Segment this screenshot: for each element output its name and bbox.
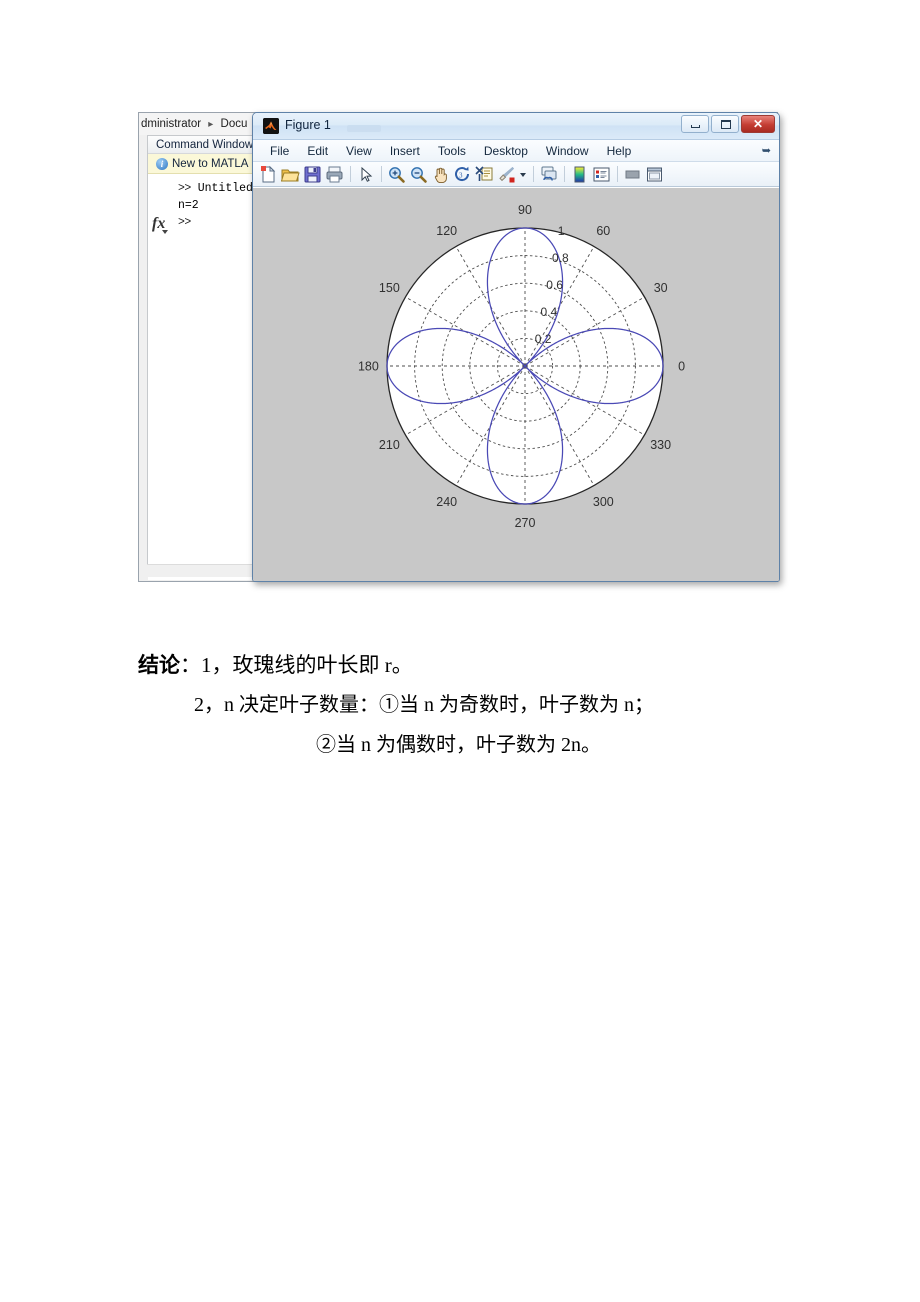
address-segment-docs: Docu [220,118,248,130]
colorbar-icon[interactable] [570,165,589,184]
matlab-logo-icon [263,118,279,134]
theta-tick-label: 120 [436,224,457,238]
menu-insert[interactable]: Insert [381,142,429,160]
theta-tick-label: 300 [593,495,614,509]
zoom-out-icon[interactable] [409,165,428,184]
link-plot-icon[interactable] [539,165,558,184]
conclusion-line-1: 结论：1，玫瑰线的叶长即 r。 [138,645,818,685]
toolbar-separator [564,166,565,182]
toolbar-separator [533,166,534,182]
svg-text:3: 3 [459,171,463,179]
figure-titlebar[interactable]: Figure 1 ✕ [253,113,779,140]
r-tick-label: 0.6 [546,278,563,292]
menu-edit[interactable]: Edit [298,142,337,160]
info-icon: i [156,157,168,170]
console-text: Untitled [197,182,253,195]
conclusion-label: 结论 [138,653,180,677]
toolbar-separator [381,166,382,182]
console-prompt: >> [178,182,191,195]
theta-tick-label: 150 [379,281,400,295]
menu-desktop[interactable]: Desktop [475,142,537,160]
open-file-icon[interactable] [280,165,300,184]
polar-rose-chart: 0 30 60 90 120 150 180 210 240 270 300 330 0.2 0.4 0.6… [253,188,779,581]
theta-tick-label: 330 [650,438,671,452]
theta-tick-label: 0 [678,360,685,374]
menu-view[interactable]: View [337,142,381,160]
toolbar-separator [617,166,618,182]
figure-window[interactable]: Figure 1 ✕ File Edit View Insert Tools D… [252,112,780,582]
new-figure-icon[interactable] [259,165,278,184]
rotate-3d-icon[interactable]: 3 [453,165,472,184]
save-figure-icon[interactable] [303,165,322,184]
theta-tick-label: 60 [596,224,610,238]
figure-menubar[interactable]: File Edit View Insert Tools Desktop Wind… [253,140,779,162]
close-icon: ✕ [752,117,764,131]
r-tick-label: 0.2 [535,332,552,346]
menu-tools[interactable]: Tools [429,142,475,160]
menu-file[interactable]: File [261,142,298,160]
command-window-title: Command Window [156,139,254,151]
brush-icon[interactable] [497,165,516,184]
r-tick-label: 1 [558,224,565,238]
menu-help[interactable]: Help [598,142,641,160]
pointer-select-icon[interactable] [356,165,375,184]
address-segment-user: dministrator [141,118,202,130]
banner-text: New to MATLA [172,157,249,170]
menu-window[interactable]: Window [537,142,598,160]
conclusion-line-2: 2，n 决定叶子数量：①当 n 为奇数时，叶子数为 n； [194,694,654,716]
maximize-button[interactable] [711,115,739,133]
theta-tick-label: 180 [358,360,379,374]
address-separator-icon: ▸ [208,119,214,130]
legend-icon[interactable] [592,165,611,184]
console-text: n=2 [178,199,199,212]
minimize-button[interactable] [681,115,709,133]
console-prompt: >> [178,216,191,229]
toolbar-separator [350,166,351,182]
figure-toolbar[interactable]: 3 [253,162,779,187]
theta-tick-label: 210 [379,438,400,452]
pan-icon[interactable] [431,165,450,184]
function-browser-icon[interactable]: fx [152,215,168,234]
r-tick-label: 0.8 [552,251,569,265]
close-button[interactable]: ✕ [741,115,775,133]
theta-tick-label: 240 [436,495,457,509]
show-plot-tools-icon[interactable] [645,165,664,184]
data-cursor-icon[interactable] [475,165,494,184]
menubar-overflow-icon[interactable]: ➥ [762,144,771,157]
figure-title: Figure 1 [285,118,331,132]
conclusion-text-1: 1，玫瑰线的叶长即 r。 [201,653,413,677]
conclusion-line-3: ②当 n 为偶数时，叶子数为 2n。 [316,734,601,756]
brush-dropdown-caret-icon[interactable] [519,165,527,184]
minimize-icon [691,125,700,128]
figure-plot-canvas[interactable]: 0 30 60 90 120 150 180 210 240 270 300 330 0.2 0.4 0.6… [253,187,779,581]
conclusion-block: 结论：1，玫瑰线的叶长即 r。 2，n 决定叶子数量：①当 n 为奇数时，叶子数… [138,645,818,765]
print-figure-icon[interactable] [325,165,344,184]
r-tick-label: 0.4 [540,305,557,319]
theta-tick-label: 90 [518,203,532,217]
theta-tick-label: 30 [654,281,668,295]
hide-plot-tools-icon[interactable] [623,165,642,184]
maximize-icon [721,120,731,129]
theta-tick-label: 270 [515,516,536,530]
conclusion-colon: ： [180,653,201,677]
title-redaction-bar [347,125,381,132]
zoom-in-icon[interactable] [387,165,406,184]
